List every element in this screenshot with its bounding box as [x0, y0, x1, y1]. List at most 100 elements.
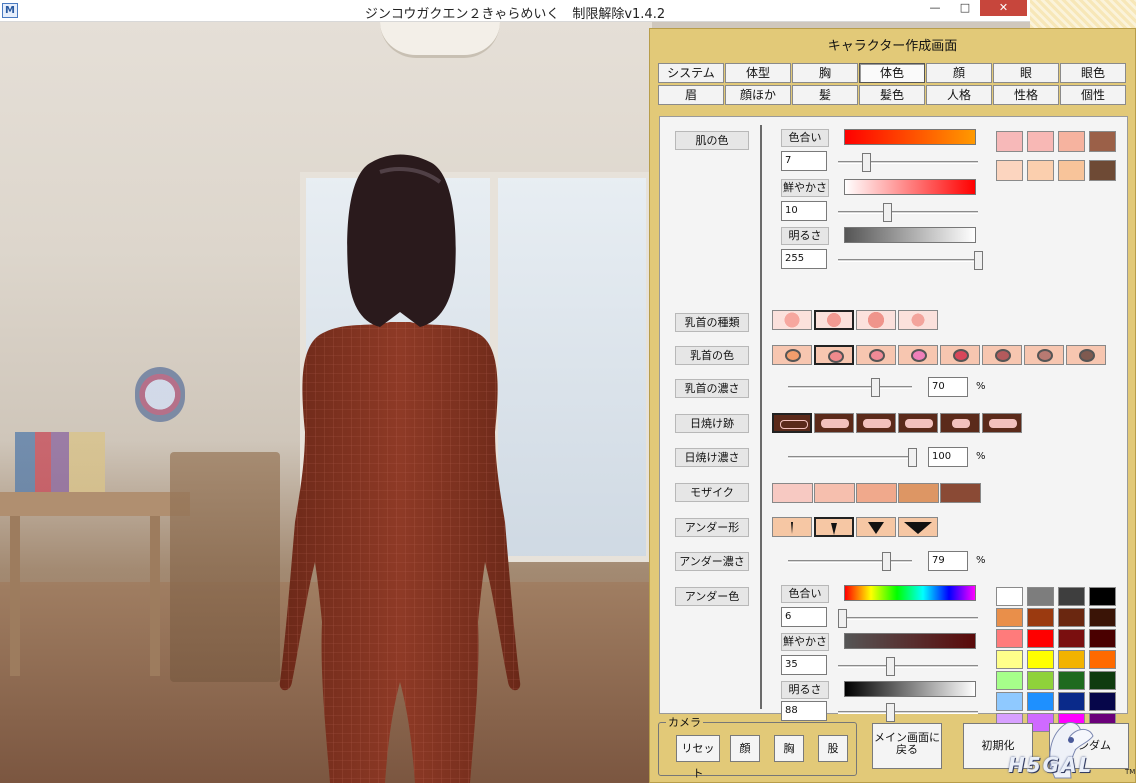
tab-body-shape[interactable]: 体型	[725, 63, 791, 83]
camera-chest-button[interactable]: 胸	[774, 735, 804, 762]
mosaic-option[interactable]	[856, 483, 897, 503]
close-button[interactable]: ✕	[980, 0, 1027, 16]
nipple-color-option[interactable]	[814, 345, 854, 365]
mosaic-option[interactable]	[898, 483, 939, 503]
under-color-swatch[interactable]	[1027, 671, 1054, 690]
skin-hue-thumb[interactable]	[862, 153, 871, 172]
tab-hair[interactable]: 髪	[792, 85, 858, 105]
under-color-swatch[interactable]	[1058, 692, 1085, 711]
tab-eyes[interactable]: 眼	[993, 63, 1059, 83]
under-color-swatch[interactable]	[1027, 650, 1054, 669]
under-saturation-thumb[interactable]	[885, 657, 895, 676]
skin-preset-swatch[interactable]	[1027, 131, 1054, 152]
skin-preset-swatch[interactable]	[996, 131, 1023, 152]
nipple-density-input[interactable]: 70	[928, 377, 968, 397]
under-color-swatch[interactable]	[996, 692, 1023, 711]
under-saturation-slider[interactable]	[838, 656, 978, 676]
under-brightness-input[interactable]: 88	[781, 701, 827, 721]
tan-line-option[interactable]	[898, 413, 938, 433]
skin-preset-swatch[interactable]	[1089, 160, 1116, 181]
under-color-swatch[interactable]	[1027, 629, 1054, 648]
skin-brightness-input[interactable]: 255	[781, 249, 827, 269]
return-to-main-button[interactable]: メイン画面に 戻る	[872, 723, 942, 769]
skin-saturation-thumb[interactable]	[883, 203, 892, 222]
tab-eye-color[interactable]: 眼色	[1060, 63, 1126, 83]
tan-line-option[interactable]	[772, 413, 812, 433]
under-color-swatch[interactable]	[1058, 587, 1085, 606]
under-color-swatch[interactable]	[1089, 692, 1116, 711]
under-saturation-input[interactable]: 35	[781, 655, 827, 675]
nipple-type-option[interactable]	[772, 310, 812, 330]
under-color-swatch[interactable]	[1089, 650, 1116, 669]
skin-preset-swatch[interactable]	[1089, 131, 1116, 152]
under-color-swatch[interactable]	[1089, 608, 1116, 627]
under-hue-input[interactable]: 6	[781, 607, 827, 627]
skin-preset-swatch[interactable]	[996, 160, 1023, 181]
mosaic-option[interactable]	[772, 483, 813, 503]
under-color-swatch[interactable]	[1058, 650, 1085, 669]
under-color-swatch[interactable]	[1089, 629, 1116, 648]
nipple-density-slider[interactable]	[788, 377, 912, 397]
tab-chest[interactable]: 胸	[792, 63, 858, 83]
under-color-swatch[interactable]	[996, 671, 1023, 690]
nipple-density-thumb[interactable]	[870, 378, 880, 397]
under-shape-option[interactable]	[898, 517, 938, 537]
under-color-swatch[interactable]	[996, 629, 1023, 648]
under-hue-thumb[interactable]	[838, 609, 848, 628]
under-color-swatch[interactable]	[996, 608, 1023, 627]
tab-individuality[interactable]: 個性	[1060, 85, 1126, 105]
mosaic-option[interactable]	[814, 483, 855, 503]
tan-line-option[interactable]	[814, 413, 854, 433]
under-hue-slider[interactable]	[838, 608, 978, 628]
tan-density-input[interactable]: 100	[928, 447, 968, 467]
skin-preset-swatch[interactable]	[1058, 131, 1085, 152]
nipple-type-option[interactable]	[856, 310, 896, 330]
under-color-swatch[interactable]	[1058, 629, 1085, 648]
tab-eyebrows[interactable]: 眉	[658, 85, 724, 105]
under-shape-option[interactable]	[856, 517, 896, 537]
tan-density-slider[interactable]	[788, 447, 917, 467]
under-color-swatch[interactable]	[1089, 671, 1116, 690]
skin-preset-swatch[interactable]	[1058, 160, 1085, 181]
skin-brightness-slider[interactable]	[838, 250, 983, 270]
under-color-swatch[interactable]	[1027, 587, 1054, 606]
tan-line-option[interactable]	[940, 413, 980, 433]
tab-character-traits[interactable]: 性格	[993, 85, 1059, 105]
maximize-button[interactable]: □	[950, 0, 980, 16]
skin-hue-slider[interactable]	[838, 152, 978, 172]
tab-face[interactable]: 顔	[926, 63, 992, 83]
under-brightness-slider[interactable]	[838, 702, 978, 722]
under-shape-option[interactable]	[814, 517, 854, 537]
skin-brightness-thumb[interactable]	[974, 251, 983, 270]
under-density-thumb[interactable]	[881, 552, 891, 571]
nipple-color-option[interactable]	[898, 345, 938, 365]
under-density-input[interactable]: 79	[928, 551, 968, 571]
skin-hue-input[interactable]: 7	[781, 151, 827, 171]
under-color-swatch[interactable]	[1027, 692, 1054, 711]
tan-line-option[interactable]	[856, 413, 896, 433]
tab-system[interactable]: システム	[658, 63, 724, 83]
skin-saturation-input[interactable]: 10	[781, 201, 827, 221]
skin-saturation-slider[interactable]	[838, 202, 978, 222]
under-color-swatch[interactable]	[996, 650, 1023, 669]
skin-preset-swatch[interactable]	[1027, 160, 1054, 181]
tab-hair-color[interactable]: 髪色	[859, 85, 925, 105]
minimize-button[interactable]: —	[920, 0, 950, 16]
under-color-swatch[interactable]	[1058, 608, 1085, 627]
nipple-color-option[interactable]	[772, 345, 812, 365]
tab-personality[interactable]: 人格	[926, 85, 992, 105]
character-3d-viewport[interactable]	[0, 22, 652, 783]
under-color-swatch[interactable]	[1058, 671, 1085, 690]
nipple-type-option[interactable]	[814, 310, 854, 330]
tan-line-option[interactable]	[982, 413, 1022, 433]
camera-face-button[interactable]: 顔	[730, 735, 760, 762]
camera-crotch-button[interactable]: 股	[818, 735, 848, 762]
nipple-type-option[interactable]	[898, 310, 938, 330]
nipple-color-option[interactable]	[982, 345, 1022, 365]
tab-body-color[interactable]: 体色	[859, 63, 925, 83]
under-color-swatch[interactable]	[1027, 608, 1054, 627]
under-color-swatch[interactable]	[996, 587, 1023, 606]
nipple-color-option[interactable]	[1066, 345, 1106, 365]
nipple-color-option[interactable]	[856, 345, 896, 365]
camera-reset-button[interactable]: リセット	[676, 735, 720, 780]
